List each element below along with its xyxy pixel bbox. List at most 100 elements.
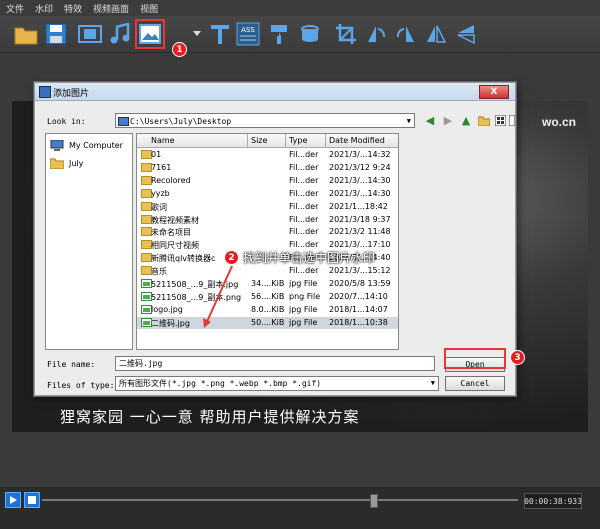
file-row[interactable]: 音乐 Fil...der 2021/3/...15:12 [137,265,398,277]
list-view-icon[interactable] [493,113,507,127]
col-date[interactable]: Date Modified [329,136,385,145]
crop-icon[interactable] [332,20,360,48]
file-row[interactable]: 二维码.jpg 50....KiB jpg File 2018/1...10:38 [137,316,398,329]
look-in-label: Look in: [47,117,86,126]
file-date: 2021/3/18 9:37 [329,214,391,224]
file-name-label: File name: [47,360,96,369]
file-date: 2021/3/...14:30 [329,175,391,185]
cancel-button[interactable]: Cancel [445,376,505,391]
file-date: 2021/3/...17:10 [329,240,391,250]
file-row[interactable]: 教程视频素材 Fil...der 2021/3/18 9:37 [137,214,398,226]
files-of-type-select[interactable]: 所有图形文件(*.jpg *.png *.webp *.bmp *.gif) ▼ [115,376,439,391]
file-size: 34....KiB [251,279,285,288]
files-of-type-label: Files of type: [47,381,115,390]
file-row[interactable]: 未命名项目 Fil...der 2021/3/2 11:48 [137,226,398,238]
rotate-left-icon[interactable] [362,20,390,48]
file-type: Fil...der [289,162,319,172]
image-icon[interactable] [135,19,165,49]
step-1-marker: 1 [172,42,187,57]
step-2-text: 找到并单击选中图片水印 [243,251,376,265]
file-type: Fil...der [289,201,319,211]
file-type: Fil...der [289,150,319,159]
file-row[interactable]: 7161 Fil...der 2021/3/12 9:24 [137,162,398,174]
file-name: 教程视频素材 [151,215,199,225]
back-arrow-icon[interactable]: ◀ [423,113,437,127]
menu-bar: 文件 水印 特效 视频画面 视图 [0,0,600,16]
file-name: 歌词 [151,202,167,212]
places-sidebar: My Computer July [45,133,133,350]
file-row[interactable]: logo.jpg 8.0...KiB jpg File 2018/1...14:07 [137,304,398,316]
forward-arrow-icon[interactable]: ▶ [441,113,455,127]
stop-icon [28,496,36,504]
file-name: 7161 [151,162,172,172]
menu-view[interactable]: 视图 [135,2,163,15]
up-arrow-icon[interactable]: ▲ [459,113,473,127]
music-icon[interactable] [106,20,134,48]
file-row[interactable]: 歌词 Fil...der 2021/1...18:42 [137,201,398,213]
video-strip-icon[interactable] [76,20,104,48]
file-date: 2018/1...10:38 [329,317,388,327]
text-icon[interactable] [206,20,234,48]
dialog-close-button[interactable]: X [479,85,509,99]
file-type: Fil...der [289,214,319,224]
file-row[interactable]: 5211508_...9_副本.jpg 34....KiB jpg File 2020… [137,278,398,290]
detail-view-icon[interactable] [509,113,515,127]
time-display: 00:00:38:933 [524,493,582,509]
menu-effects[interactable]: 特效 [59,2,87,15]
file-date: 2021/3/...15:12 [329,266,391,276]
file-type: png File [289,291,321,301]
dropdown-arrow-icon[interactable] [190,20,204,48]
file-date: 2021/1...18:42 [329,201,388,211]
stop-button[interactable] [24,492,40,508]
flip-horizontal-icon[interactable] [422,20,450,48]
file-row[interactable]: yyzb Fil...der 2021/3/...14:30 [137,188,398,200]
menu-video-frame[interactable]: 视频画面 [88,2,134,15]
file-type: jpg File [289,304,318,314]
file-row[interactable]: 01 Fil...der 2021/3/...14:32 [137,149,398,161]
player-bar: 00:00:38:933 [0,487,600,529]
file-name-input[interactable]: 二维码.jpg [115,356,435,371]
file-type: Fil...der [289,266,319,276]
rotate-right-icon[interactable] [392,20,420,48]
file-date: 2021/3/...14:32 [329,150,391,159]
place-july[interactable]: July [49,158,84,170]
play-button[interactable] [5,492,21,508]
chevron-down-icon: ▼ [406,117,411,125]
brush-icon[interactable] [266,20,294,48]
seek-bar[interactable] [42,499,518,501]
flip-vertical-icon[interactable] [452,20,480,48]
bucket-icon[interactable] [296,20,324,48]
file-row[interactable]: 5211508_...9_副本.png 56....KiB png File 2020… [137,291,398,303]
toolbar: 1 ASS [0,16,600,57]
file-row[interactable]: Recolored Fil...der 2021/3/...14:30 [137,175,398,187]
file-name: 01 [151,150,162,159]
file-date: 2020/7...14:10 [329,291,388,301]
col-type[interactable]: Type [289,136,307,145]
seek-thumb[interactable] [370,494,378,508]
file-type: Fil...der [289,175,319,185]
video-caption: 狸窝家园 一心一意 帮助用户提供解决方案 [60,408,360,426]
file-name: 未命名项目 [151,228,191,238]
place-label: My Computer [69,141,123,150]
col-size[interactable]: Size [251,136,267,145]
new-folder-icon[interactable] [477,113,491,127]
menu-file[interactable]: 文件 [1,2,29,15]
look-in-select[interactable]: C:\Users\July\Desktop ▼ [115,113,415,128]
col-name[interactable]: Name [151,136,175,145]
file-name: yyzb [151,188,170,198]
open-button-highlight [444,348,506,369]
place-my-computer[interactable]: My Computer [50,139,123,151]
dialog-title: 添加图片 [53,89,90,99]
dialog-titlebar[interactable]: 添加图片 X [35,83,515,101]
files-of-type-value: 所有图形文件(*.jpg *.png *.webp *.bmp *.gif) [119,379,322,388]
annotation-arrow [203,265,233,328]
ass-subtitle-icon[interactable]: ASS [234,20,262,48]
step-2-annotation: 2 找到并单击选中图片水印 [224,249,375,266]
file-size: 8.0...KiB [251,304,285,314]
menu-watermark[interactable]: 水印 [30,2,58,15]
save-icon[interactable] [42,20,70,48]
folder-icon[interactable] [12,20,40,48]
step-3-marker: 3 [510,350,525,365]
file-list[interactable]: Name Size Type Date Modified 01 Fil...der… [136,133,399,350]
place-label: July [69,159,84,168]
